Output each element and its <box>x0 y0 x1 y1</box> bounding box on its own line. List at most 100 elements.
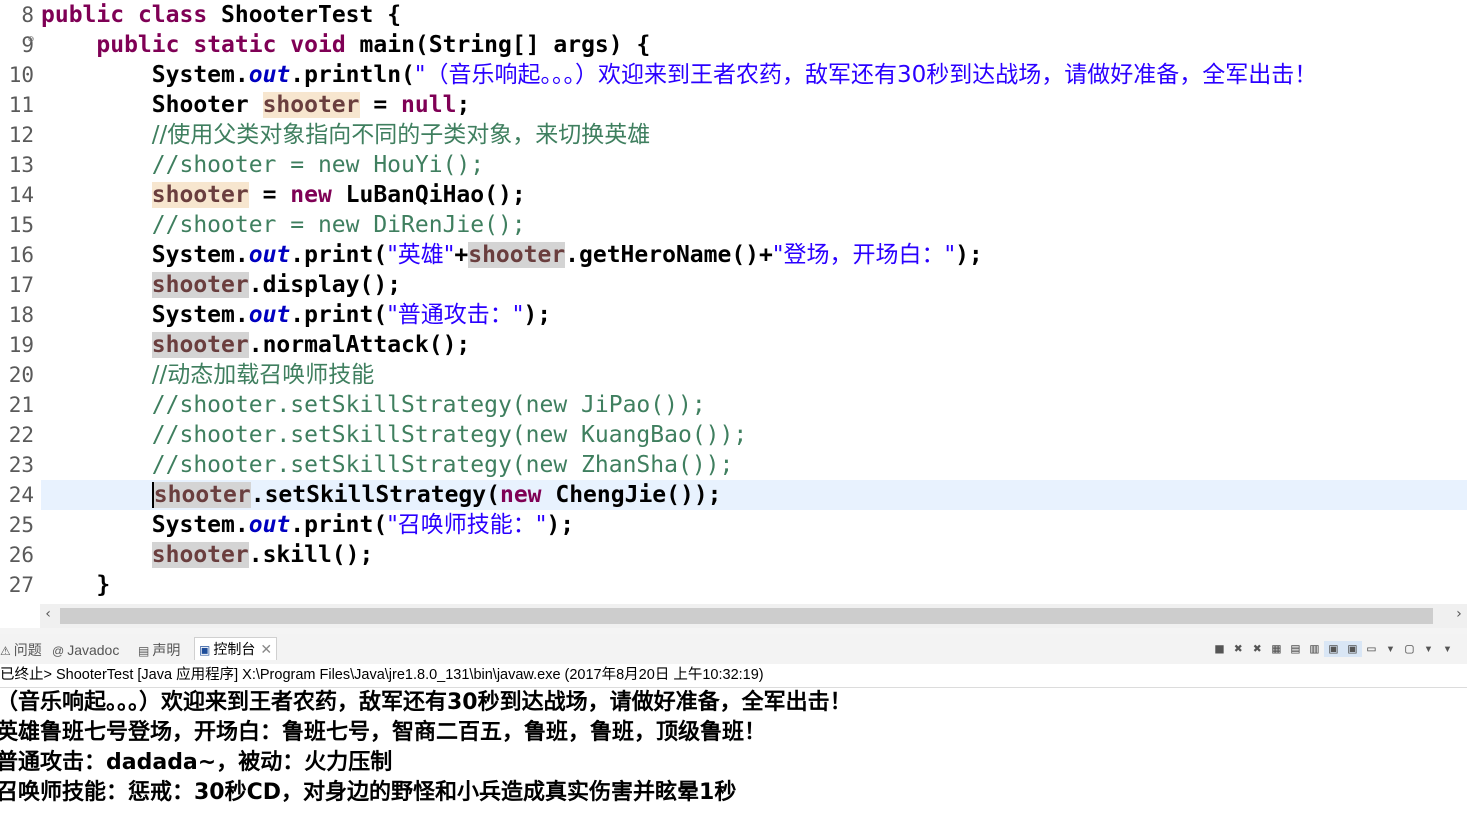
scroll-left-icon[interactable]: ‹ <box>44 606 52 622</box>
code-line[interactable]: 8 public class ShooterTest { <box>0 0 1467 30</box>
scroll-right-icon[interactable]: › <box>1455 606 1463 622</box>
code-line[interactable]: 9 ⊖ public static void main(String[] arg… <box>0 30 1467 60</box>
code-line[interactable]: 26 shooter.skill(); <box>0 540 1467 570</box>
remove-launch-icon[interactable]: ✖ <box>1229 641 1248 657</box>
tab-declaration[interactable]: ▤ 声明 <box>138 639 180 661</box>
tab-label: 问题 <box>13 642 42 658</box>
declaration-icon: ▤ <box>138 644 150 658</box>
show-stderr-icon[interactable]: ▣ <box>1324 641 1343 657</box>
code-line[interactable]: 23 //shooter.setSkillStrategy(new ZhanSh… <box>0 450 1467 480</box>
line-number: 27 <box>8 573 34 597</box>
fold-icon[interactable]: ⊖ <box>28 34 34 45</box>
code-text[interactable]: shooter.skill(); <box>41 540 1467 570</box>
code-line[interactable]: 22 //shooter.setSkillStrategy(new KuangB… <box>0 420 1467 450</box>
code-line[interactable]: 10 System.out.println("（音乐响起。。。）欢迎来到王者农药… <box>0 60 1467 90</box>
code-text[interactable]: System.out.println("（音乐响起。。。）欢迎来到王者农药，敌军… <box>41 60 1467 90</box>
code-text[interactable]: shooter.display(); <box>41 270 1467 300</box>
code-text[interactable]: System.out.print("普通攻击："); <box>41 300 1467 330</box>
code-token: .println( <box>290 62 415 88</box>
field-out: out <box>248 62 291 88</box>
code-text[interactable]: public class ShooterTest { <box>41 0 1467 30</box>
code-text[interactable]: //动态加载召唤师技能 <box>41 360 1467 390</box>
code-token: .normalAttack(); <box>248 332 471 358</box>
close-icon[interactable]: ✕ <box>260 641 272 657</box>
tab-console[interactable]: ▣ 控制台 ✕ <box>194 637 278 660</box>
keyword: public <box>96 32 180 58</box>
code-line[interactable]: 21 //shooter.setSkillStrategy(new JiPao(… <box>0 390 1467 420</box>
line-number: 19 <box>8 333 34 357</box>
variable-shooter: shooter <box>151 182 249 208</box>
code-text[interactable]: //shooter = new HouYi(); <box>41 150 1467 180</box>
string-literal: "普通攻击：" <box>387 302 524 328</box>
code-line[interactable]: 16 System.out.print("英雄"+shooter.getHero… <box>0 240 1467 270</box>
comment: //shooter.setSkillStrategy(new ZhanSha()… <box>151 452 734 478</box>
code-token: = <box>359 92 402 118</box>
code-text[interactable]: shooter = new LuBanQiHao(); <box>41 180 1467 210</box>
code-text[interactable]: //shooter.setSkillStrategy(new KuangBao(… <box>41 420 1467 450</box>
line-number: 21 <box>8 393 34 417</box>
code-line[interactable]: 11 Shooter shooter = null; <box>0 90 1467 120</box>
code-token: ShooterTest { <box>207 2 402 28</box>
code-line[interactable]: 19 shooter.normalAttack(); <box>0 330 1467 360</box>
code-token: System. <box>151 512 249 538</box>
scrollbar-thumb[interactable] <box>60 608 1433 624</box>
tab-problems[interactable]: ⚠ 问题 <box>0 639 42 661</box>
remove-all-icon[interactable]: ✖ <box>1248 641 1267 657</box>
code-text[interactable]: System.out.print("英雄"+shooter.getHeroNam… <box>41 240 1467 270</box>
keyword: void <box>290 32 346 58</box>
view-menu-icon[interactable]: ▾ <box>1438 641 1457 657</box>
dropdown-icon[interactable]: ▾ <box>1419 641 1438 657</box>
code-line[interactable]: 18 System.out.print("普通攻击："); <box>0 300 1467 330</box>
code-text[interactable]: public static void main(String[] args) { <box>41 30 1467 60</box>
code-line[interactable]: 12 //使用父类对象指向不同的子类对象，来切换英雄 <box>0 120 1467 150</box>
show-stdout-icon[interactable]: ▥ <box>1305 641 1324 657</box>
pin-console-icon[interactable]: ▣ <box>1343 641 1362 657</box>
code-text[interactable]: //使用父类对象指向不同的子类对象，来切换英雄 <box>41 120 1467 150</box>
console-line: 英雄鲁班七号登场，开场白：鲁班七号，智商二百五，鲁班，鲁班，顶级鲁班！ <box>0 720 767 745</box>
code-line[interactable]: 15 //shooter = new DiRenJie(); <box>0 210 1467 240</box>
tab-label: 控制台 <box>213 641 256 657</box>
line-number: 26 <box>8 543 34 567</box>
code-text[interactable]: //shooter.setSkillStrategy(new JiPao()); <box>41 390 1467 420</box>
code-line[interactable]: 13 //shooter = new HouYi(); <box>0 150 1467 180</box>
tab-label: Javadoc <box>67 642 120 658</box>
string-literal: "（音乐响起。。。）欢迎来到王者农药，敌军还有30秒到达战场，请做好准备，全军出… <box>414 62 1318 88</box>
horizontal-scrollbar[interactable]: ‹ › <box>40 604 1467 628</box>
code-line[interactable]: 14 shooter = new LuBanQiHao(); <box>0 180 1467 210</box>
code-text[interactable]: shooter.setSkillStrategy(new ChengJie())… <box>41 480 1467 510</box>
terminate-icon[interactable]: ■ <box>1210 641 1229 657</box>
code-token: .getHeroName()+ <box>565 242 773 268</box>
line-number: 17 <box>8 273 34 297</box>
code-text[interactable]: System.out.print("召唤师技能："); <box>41 510 1467 540</box>
comment: //shooter.setSkillStrategy(new JiPao()); <box>151 392 706 418</box>
keyword: class <box>137 2 208 28</box>
code-text[interactable]: } <box>41 570 1467 600</box>
variable-shooter: shooter <box>262 92 360 118</box>
open-console-icon[interactable]: ▢ <box>1400 641 1419 657</box>
line-number: 24 <box>8 483 34 507</box>
field-out: out <box>248 242 291 268</box>
dropdown-icon[interactable]: ▾ <box>1381 641 1400 657</box>
console-output[interactable]: （音乐响起。。。）欢迎来到王者农药，敌军还有30秒到达战场，请做好准备，全军出击… <box>0 688 1467 816</box>
word-wrap-icon[interactable]: ▤ <box>1286 641 1305 657</box>
code-token: main(String[] args) { <box>345 32 651 58</box>
code-text[interactable]: //shooter = new DiRenJie(); <box>41 210 1467 240</box>
code-line-current[interactable]: 24 shooter.setSkillStrategy(new ChengJie… <box>0 480 1467 510</box>
keyword: public <box>41 2 125 28</box>
code-editor[interactable]: 8 public class ShooterTest { 9 ⊖ public … <box>0 0 1467 604</box>
code-line[interactable]: 17 shooter.display(); <box>0 270 1467 300</box>
code-token: ); <box>523 302 552 328</box>
code-text[interactable]: Shooter shooter = null; <box>41 90 1467 120</box>
scroll-lock-icon[interactable]: ▦ <box>1267 641 1286 657</box>
code-token: .print( <box>290 242 388 268</box>
code-text[interactable]: shooter.normalAttack(); <box>41 330 1467 360</box>
code-token: ); <box>546 512 575 538</box>
code-text[interactable]: //shooter.setSkillStrategy(new ZhanSha()… <box>41 450 1467 480</box>
code-line[interactable]: 25 System.out.print("召唤师技能："); <box>0 510 1467 540</box>
tab-javadoc[interactable]: @ Javadoc <box>52 639 119 661</box>
code-token: = <box>248 182 291 208</box>
display-console-icon[interactable]: ▭ <box>1362 641 1381 657</box>
code-line[interactable]: 27 } <box>0 570 1467 600</box>
line-number: 13 <box>8 153 34 177</box>
code-line[interactable]: 20 //动态加载召唤师技能 <box>0 360 1467 390</box>
